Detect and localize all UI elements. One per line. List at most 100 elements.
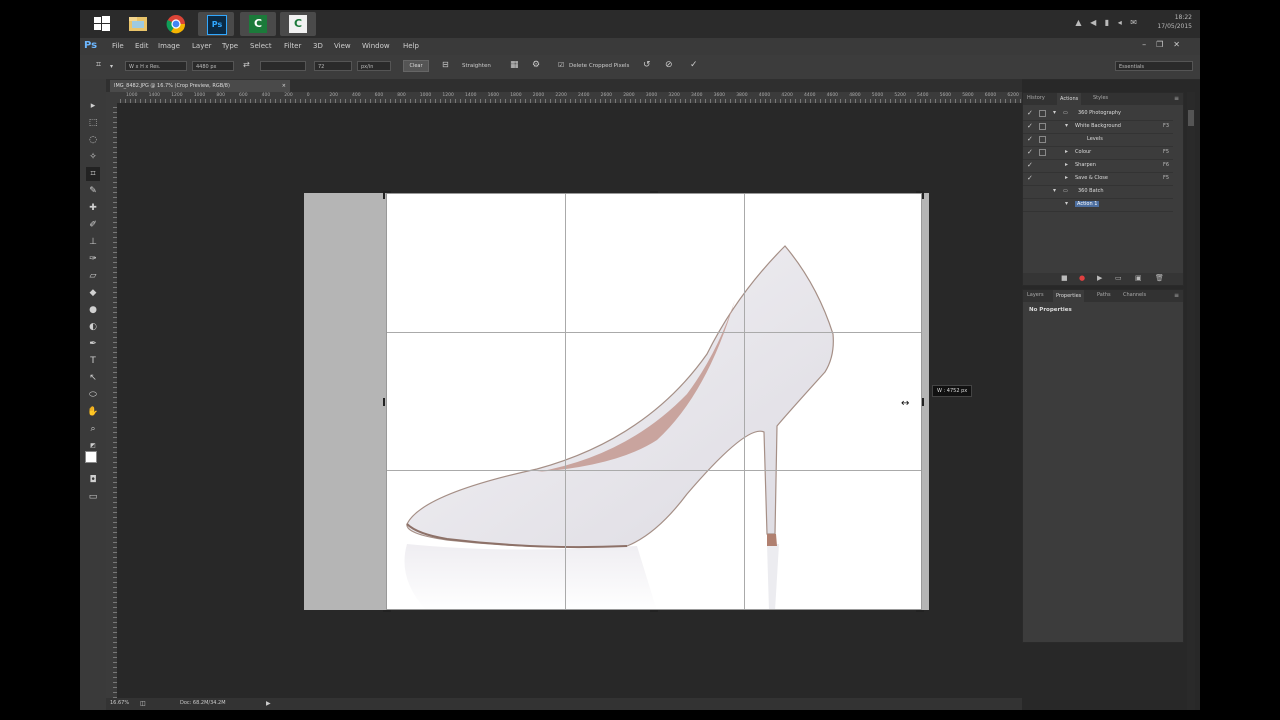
action-row[interactable]: ✓ ▸ Sharpen F6 — [1023, 159, 1173, 173]
marquee-tool-icon[interactable]: ⬚ — [86, 116, 100, 130]
system-clock[interactable]: 18:22 17/05/2015 — [1157, 13, 1192, 31]
cancel-icon[interactable]: ⊘ — [665, 60, 673, 70]
crop-handle-top[interactable] — [650, 191, 658, 193]
quick-mask-icon[interactable]: ◘ — [86, 473, 100, 487]
crop-width-input[interactable]: 4480 px — [192, 61, 234, 71]
crop-tool-icon[interactable]: ⌗ — [96, 60, 101, 70]
pen-tool-icon[interactable]: ✒ — [86, 337, 100, 351]
crop-handle-right[interactable] — [922, 398, 924, 406]
menu-filter[interactable]: Filter — [284, 42, 301, 50]
status-export-icon[interactable]: ◫ — [140, 700, 146, 707]
delete-icon[interactable]: 🗑 — [1155, 274, 1164, 282]
crop-box[interactable] — [386, 193, 922, 610]
toggle-check-icon[interactable]: ✓ — [1027, 122, 1033, 130]
menu-file[interactable]: File — [112, 42, 124, 50]
dodge-tool-icon[interactable]: ◐ — [86, 320, 100, 334]
crop-handle-bottom-left[interactable] — [383, 610, 391, 612]
action-step-row[interactable]: ✓ Levels — [1023, 133, 1173, 147]
expand-triangle-icon[interactable]: ▾ — [1065, 122, 1068, 129]
overlay-options-icon[interactable]: ▦ — [510, 60, 519, 70]
zoom-level[interactable]: 16.67% — [110, 700, 129, 706]
tab-paths[interactable]: Paths — [1097, 292, 1111, 298]
swap-dimensions-icon[interactable]: ⇄ — [243, 60, 250, 69]
path-selection-tool-icon[interactable]: ↖ — [86, 371, 100, 385]
status-menu-arrow-icon[interactable]: ▶ — [266, 700, 271, 707]
crop-handle-left[interactable] — [383, 398, 385, 406]
crop-handle-top-left-v[interactable] — [383, 191, 385, 199]
action-set-row[interactable]: ▾ ▭ 360 Batch — [1023, 185, 1173, 199]
crop-height-input[interactable] — [260, 61, 306, 71]
vertical-ruler[interactable] — [106, 103, 117, 698]
toggle-check-icon[interactable]: ✓ — [1027, 148, 1033, 156]
menu-window[interactable]: Window — [362, 42, 390, 50]
crop-handle-bottom-right[interactable] — [916, 610, 924, 612]
file-explorer-icon[interactable] — [120, 12, 156, 36]
menu-edit[interactable]: Edit — [135, 42, 149, 50]
menu-select[interactable]: Select — [250, 42, 272, 50]
panel-menu-icon[interactable]: ≡ — [1174, 95, 1179, 102]
action-row[interactable]: ✓ ▸ Save & Close F5 — [1023, 172, 1173, 186]
chrome-icon[interactable] — [158, 12, 194, 36]
dialog-toggle-box[interactable] — [1039, 149, 1046, 156]
type-tool-icon[interactable]: T — [86, 354, 100, 368]
eyedropper-tool-icon[interactable]: ✎ — [86, 184, 100, 198]
menu-help[interactable]: Help — [403, 42, 419, 50]
eraser-tool-icon[interactable]: ▱ — [86, 269, 100, 283]
crop-tool-icon[interactable]: ⌗ — [86, 167, 100, 181]
record-icon[interactable]: ● — [1079, 274, 1085, 282]
tab-layers[interactable]: Layers — [1027, 292, 1044, 298]
action-set-row[interactable]: ✓ ▾ ▭ 360 Photography — [1023, 107, 1173, 121]
collapse-triangle-icon[interactable]: ▸ — [1065, 161, 1068, 168]
workspace-select[interactable]: Essentials — [1115, 61, 1193, 71]
screen-mode-icon[interactable]: ▭ — [86, 490, 100, 504]
reset-icon[interactable]: ↺ — [643, 60, 651, 70]
tab-history[interactable]: History — [1027, 95, 1045, 101]
collapse-triangle-icon[interactable]: ▸ — [1065, 148, 1068, 155]
tab-styles[interactable]: Styles — [1093, 95, 1108, 101]
resolution-units-select[interactable]: px/in — [357, 61, 391, 71]
blur-tool-icon[interactable]: ● — [86, 303, 100, 317]
dialog-toggle-box[interactable] — [1039, 110, 1046, 117]
action-row-selected[interactable]: ▾ Action 1 — [1023, 198, 1173, 212]
paint-bucket-tool-icon[interactable]: ◆ — [86, 286, 100, 300]
crop-handle-bottom[interactable] — [650, 610, 658, 612]
healing-brush-tool-icon[interactable]: ✚ — [86, 201, 100, 215]
move-tool-icon[interactable]: ▸ — [86, 99, 100, 113]
quick-select-tool-icon[interactable]: ✧ — [86, 150, 100, 164]
menu-view[interactable]: View — [334, 42, 351, 50]
expand-triangle-icon[interactable]: ▾ — [1065, 200, 1068, 207]
expand-triangle-icon[interactable]: ▾ — [1053, 109, 1056, 116]
tab-properties[interactable]: Properties — [1053, 290, 1085, 304]
commit-check-icon[interactable]: ✓ — [690, 60, 698, 70]
delete-cropped-checkbox[interactable]: ☑ — [558, 61, 564, 69]
history-brush-tool-icon[interactable]: ✑ — [86, 252, 100, 266]
ellipse-tool-icon[interactable]: ⬭ — [86, 388, 100, 402]
toggle-check-icon[interactable]: ✓ — [1027, 174, 1033, 182]
tab-actions[interactable]: Actions — [1057, 93, 1082, 107]
crop-ratio-select[interactable]: W x H x Res. — [125, 61, 187, 71]
document-tab[interactable]: IMG_8482.JPG @ 16.7% (Crop Preview, RGB/… — [110, 80, 290, 92]
straighten-icon[interactable]: ⊟ — [442, 60, 449, 69]
new-set-icon[interactable]: ▭ — [1115, 274, 1122, 282]
camtasia-icon[interactable]: C — [240, 12, 276, 36]
menu-layer[interactable]: Layer — [192, 42, 212, 50]
resolution-input[interactable]: 72 — [314, 61, 352, 71]
settings-gear-icon[interactable]: ⚙ — [532, 60, 540, 70]
foreground-color-swatch[interactable] — [85, 451, 97, 463]
window-controls[interactable]: –❐✕ — [1142, 40, 1190, 49]
document-info[interactable]: Doc: 68.2M/34.2M — [180, 700, 226, 706]
collapse-triangle-icon[interactable]: ▸ — [1065, 174, 1068, 181]
panel-menu-icon[interactable]: ≡ — [1174, 292, 1179, 299]
toggle-check-icon[interactable]: ✓ — [1027, 135, 1033, 143]
action-row[interactable]: ✓ ▾ White Background F3 — [1023, 120, 1173, 134]
clear-button[interactable]: Clear — [403, 60, 429, 72]
clone-stamp-tool-icon[interactable]: ⊥ — [86, 235, 100, 249]
dock-scrollbar[interactable] — [1187, 92, 1195, 710]
system-tray-icons[interactable]: ▲ ◀ ▮ ◂ ✉ — [1075, 18, 1140, 27]
canvas-area[interactable]: W : 4752 px ↔ — [117, 103, 1022, 698]
tab-channels[interactable]: Channels — [1123, 292, 1146, 298]
action-row[interactable]: ✓ ▸ Colour F5 — [1023, 146, 1173, 160]
play-icon[interactable]: ▶ — [1097, 274, 1102, 282]
dialog-toggle-box[interactable] — [1039, 136, 1046, 143]
menu-image[interactable]: Image — [158, 42, 180, 50]
